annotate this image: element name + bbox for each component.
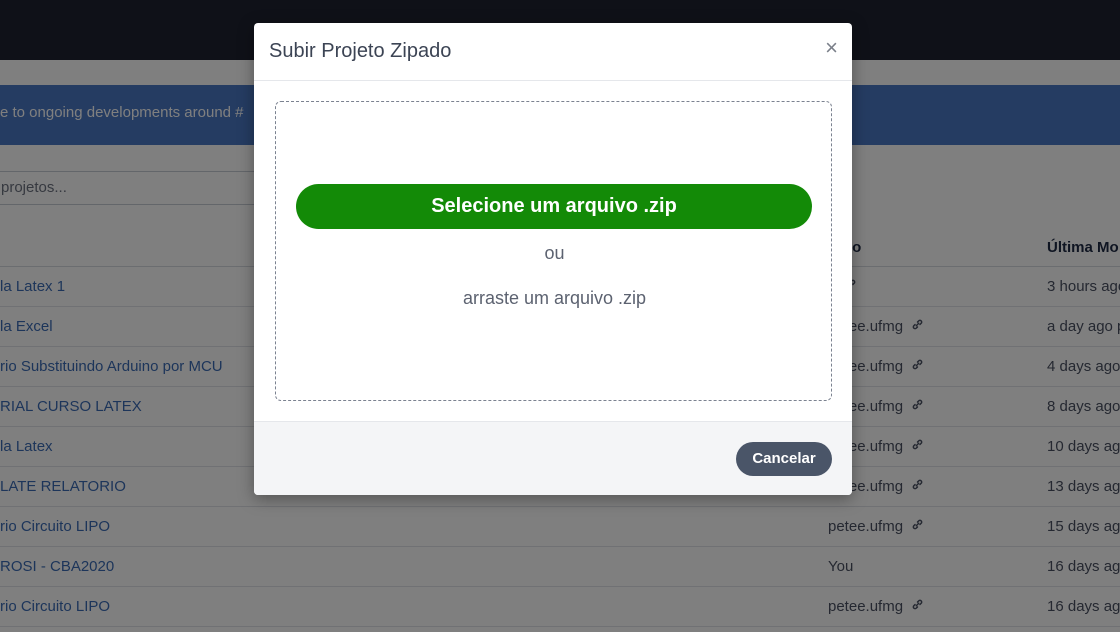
close-icon[interactable]: ×	[825, 37, 838, 59]
or-label: ou	[544, 243, 565, 263]
modal-title: Subir Projeto Zipado	[269, 40, 452, 62]
zip-dropzone[interactable]: Selecione um arquivo .zip ou arraste um …	[275, 101, 832, 401]
select-zip-button[interactable]: Selecione um arquivo .zip	[296, 184, 812, 229]
modal-footer: Cancelar	[254, 421, 852, 495]
drag-hint: arraste um arquivo .zip	[462, 288, 647, 308]
cancel-button[interactable]: Cancelar	[736, 442, 832, 476]
modal-header: Subir Projeto Zipado ×	[254, 23, 852, 81]
upload-zip-modal: Subir Projeto Zipado × Selecione um arqu…	[254, 23, 852, 495]
